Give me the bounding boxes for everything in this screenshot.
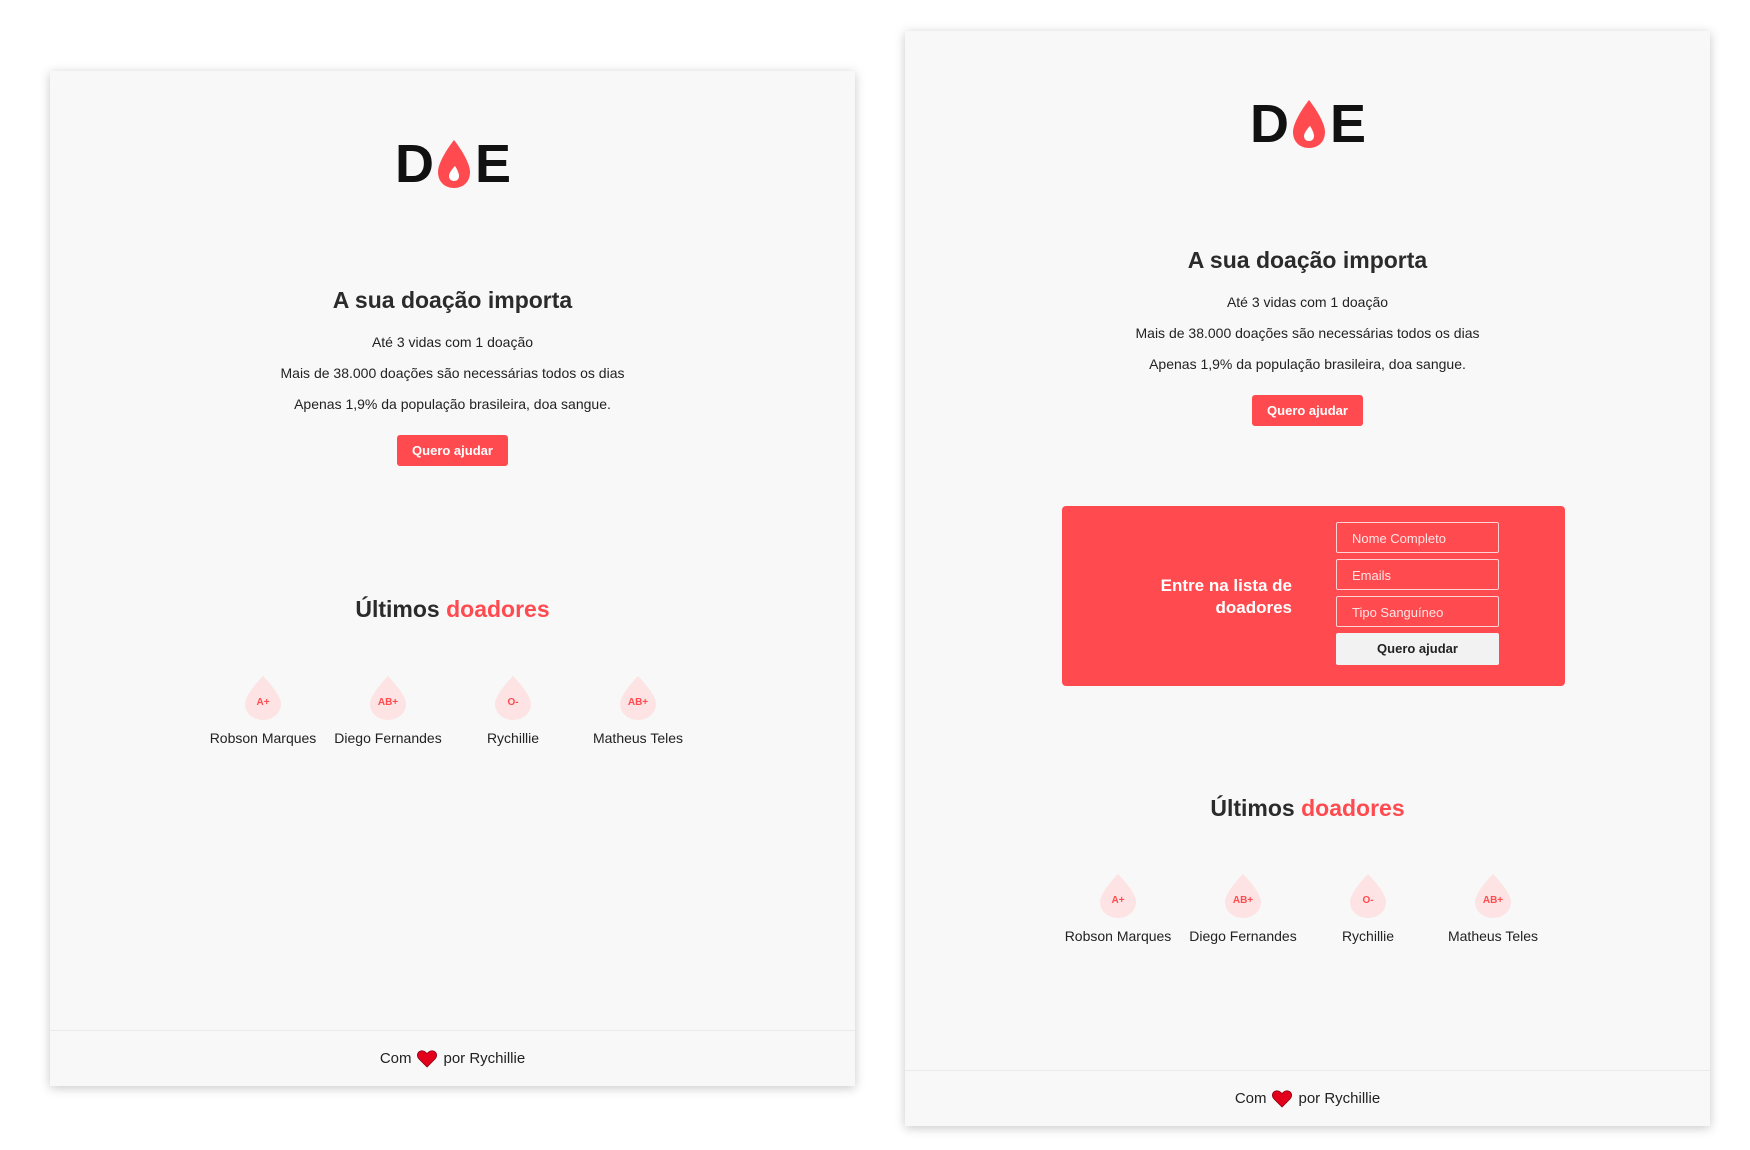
donors-title: Últimos doadores <box>50 596 855 623</box>
blood-type: AB+ <box>1232 895 1254 906</box>
heart-icon <box>1272 1089 1293 1108</box>
footer-prefix: Com <box>1234 1090 1267 1107</box>
landing-card-default: D E A sua doação importa Até 3 vidas com… <box>50 71 855 1086</box>
footer-suffix: por Rychillie <box>1298 1090 1381 1107</box>
donor-item: AB+ Diego Fernandes <box>326 676 451 746</box>
blood-type-badge: AB+ <box>1223 874 1263 918</box>
heart-icon <box>417 1049 438 1068</box>
donors-title-accent: doadores <box>446 596 550 622</box>
blood-type-badge: AB+ <box>618 676 658 720</box>
logo-letter-e: E <box>474 134 511 194</box>
logo-letter-d: D <box>1249 94 1289 154</box>
donor-name: Matheus Teles <box>592 730 683 746</box>
donor-signup-form: Entre na lista de doadores Nome Completo… <box>1062 506 1565 686</box>
donors-title-prefix: Últimos <box>1210 795 1295 821</box>
hero-line: Apenas 1,9% da população brasileira, doa… <box>294 396 611 412</box>
donors-list: A+ Robson Marques AB+ Diego Fernandes O-… <box>46 676 855 746</box>
blood-type-input[interactable]: Tipo Sanguíneo <box>1336 596 1499 627</box>
blood-type: O- <box>1362 895 1374 906</box>
donor-item: AB+ Matheus Teles <box>576 676 701 746</box>
logo-letter-e: E <box>1329 94 1366 154</box>
hero-line: Apenas 1,9% da população brasileira, doa… <box>1149 356 1466 372</box>
blood-type-badge: AB+ <box>368 676 408 720</box>
blood-type: O- <box>507 697 519 708</box>
blood-type-badge: O- <box>493 676 533 720</box>
logo: D E <box>50 133 855 195</box>
help-button[interactable]: Quero ajudar <box>397 435 508 466</box>
donor-item: AB+ Diego Fernandes <box>1181 874 1306 944</box>
footer: Com por Rychillie <box>905 1070 1710 1126</box>
donor-item: A+ Robson Marques <box>201 676 326 746</box>
submit-button[interactable]: Quero ajudar <box>1336 633 1499 665</box>
blood-drop-icon <box>437 140 470 188</box>
footer-suffix: por Rychillie <box>443 1050 526 1067</box>
blood-type-badge: AB+ <box>1473 874 1513 918</box>
blood-type: AB+ <box>1482 895 1504 906</box>
blood-drop-icon <box>1292 100 1325 148</box>
donor-name: Rychillie <box>486 730 540 746</box>
blood-type: AB+ <box>377 697 399 708</box>
donor-name: Robson Marques <box>209 730 317 746</box>
donors-title: Últimos doadores <box>905 795 1710 822</box>
hero-section: A sua doação importa Até 3 vidas com 1 d… <box>905 247 1710 426</box>
hero-line: Mais de 38.000 doações são necessárias t… <box>1135 325 1480 341</box>
full-name-input[interactable]: Nome Completo <box>1336 522 1499 553</box>
donors-title-accent: doadores <box>1301 795 1405 821</box>
hero-line: Até 3 vidas com 1 doação <box>1226 294 1389 310</box>
donor-name: Diego Fernandes <box>1189 928 1297 944</box>
landing-card-form-open: D E A sua doação importa Até 3 vidas com… <box>905 31 1710 1126</box>
footer: Com por Rychillie <box>50 1030 855 1086</box>
logo: D E <box>905 93 1710 155</box>
donors-title-prefix: Últimos <box>355 596 440 622</box>
hero-title: A sua doação importa <box>1187 247 1428 273</box>
donor-item: O- Rychillie <box>451 676 576 746</box>
blood-type-badge: A+ <box>1098 874 1138 918</box>
form-fields: Nome Completo Emails Tipo Sanguíneo Quer… <box>1336 522 1499 665</box>
donor-name: Matheus Teles <box>1447 928 1538 944</box>
donor-item: AB+ Matheus Teles <box>1431 874 1556 944</box>
email-input[interactable]: Emails <box>1336 559 1499 590</box>
help-button[interactable]: Quero ajudar <box>1252 395 1363 426</box>
blood-type: AB+ <box>627 697 649 708</box>
donor-name: Rychillie <box>1341 928 1395 944</box>
hero-line: Até 3 vidas com 1 doação <box>371 334 534 350</box>
blood-type: A+ <box>1111 895 1125 906</box>
blood-type-badge: O- <box>1348 874 1388 918</box>
blood-type: A+ <box>256 697 270 708</box>
hero-title: A sua doação importa <box>332 287 573 313</box>
blood-type-badge: A+ <box>243 676 283 720</box>
hero-line: Mais de 38.000 doações são necessárias t… <box>280 365 625 381</box>
donor-item: A+ Robson Marques <box>1056 874 1181 944</box>
donors-list: A+ Robson Marques AB+ Diego Fernandes O-… <box>901 874 1710 944</box>
form-title: Entre na lista de doadores <box>1160 576 1292 617</box>
donor-name: Robson Marques <box>1064 928 1172 944</box>
donor-name: Diego Fernandes <box>334 730 442 746</box>
hero-section: A sua doação importa Até 3 vidas com 1 d… <box>50 287 855 466</box>
logo-letter-d: D <box>394 134 434 194</box>
footer-prefix: Com <box>379 1050 412 1067</box>
donor-item: O- Rychillie <box>1306 874 1431 944</box>
